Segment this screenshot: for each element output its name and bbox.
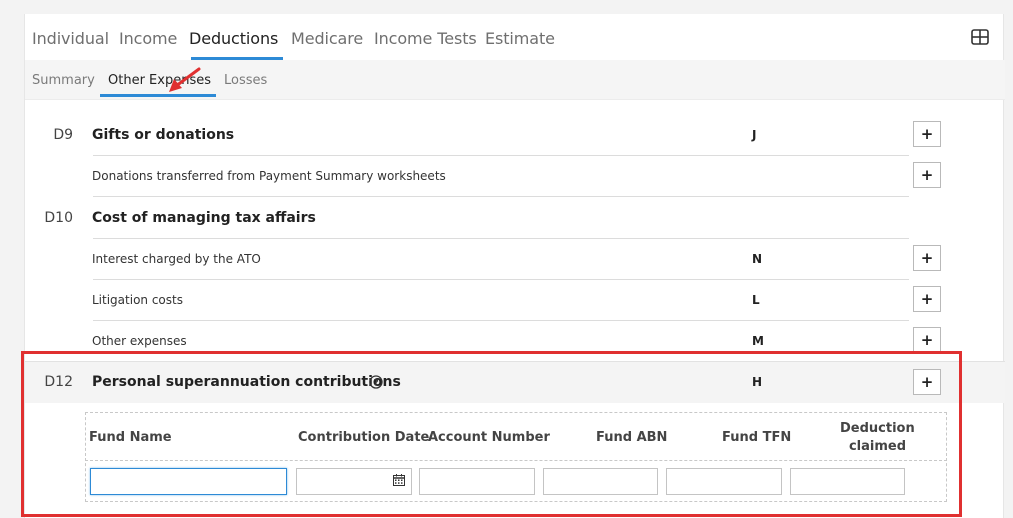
- tab-medicare[interactable]: Medicare: [291, 29, 363, 48]
- add-donations-transferred-button[interactable]: +: [913, 162, 941, 188]
- row-donations-transferred: Donations transferred from Payment Summa…: [92, 169, 446, 183]
- label-l: L: [752, 293, 760, 307]
- header-fund-tfn: Fund TFN: [722, 430, 792, 445]
- account-number-input[interactable]: [419, 468, 535, 495]
- divider: [93, 279, 909, 280]
- active-subtab-indicator: [100, 94, 216, 97]
- label-n: N: [752, 252, 763, 266]
- row-title-gifts: Gifts or donations: [92, 127, 235, 143]
- label-h: H: [752, 375, 763, 389]
- divider: [93, 196, 909, 197]
- tab-deductions[interactable]: Deductions: [189, 29, 278, 48]
- red-arrow-annotation: [169, 67, 201, 92]
- divider: [93, 155, 909, 156]
- subtab-losses[interactable]: Losses: [224, 73, 267, 88]
- add-gifts-button[interactable]: +: [913, 121, 941, 147]
- header-account-number: Account Number: [428, 430, 550, 445]
- add-litigation-button[interactable]: +: [913, 286, 941, 312]
- divider: [93, 238, 909, 239]
- row-code-d10: D10: [44, 210, 73, 226]
- row-code-d12: D12: [44, 374, 73, 390]
- label-m: M: [752, 334, 764, 348]
- calendar-icon[interactable]: [393, 474, 405, 486]
- header-deduction-claimed-line2: claimed: [848, 439, 906, 454]
- tab-income[interactable]: Income: [119, 29, 177, 48]
- row-title-cost-managing: Cost of managing tax affairs: [92, 210, 316, 226]
- fund-abn-input[interactable]: [543, 468, 658, 495]
- header-deduction-claimed-line1: Deduction: [840, 421, 915, 436]
- help-circle-icon[interactable]: ?: [369, 375, 383, 389]
- fund-name-input[interactable]: [90, 468, 287, 495]
- deductions-panel: Individual Income Deductions Medicare In…: [24, 14, 1005, 518]
- deduction-claimed-input[interactable]: [790, 468, 905, 495]
- row-litigation-costs: Litigation costs: [92, 293, 183, 307]
- header-fund-name: Fund Name: [89, 430, 172, 445]
- divider: [93, 320, 909, 321]
- add-super-contribution-button[interactable]: +: [913, 369, 941, 395]
- subtab-summary[interactable]: Summary: [32, 73, 95, 88]
- fund-tfn-input[interactable]: [666, 468, 782, 495]
- tab-individual[interactable]: Individual: [32, 29, 109, 48]
- main-tabs: Individual Income Deductions Medicare In…: [25, 14, 1005, 60]
- row-code-d9: D9: [53, 127, 73, 143]
- add-other-expenses-button[interactable]: +: [913, 327, 941, 353]
- label-j: J: [752, 128, 757, 142]
- row-interest-ato: Interest charged by the ATO: [92, 252, 261, 266]
- svg-text:?: ?: [373, 379, 378, 389]
- header-contribution-date: Contribution Date: [298, 430, 430, 445]
- grid-layout-icon[interactable]: [971, 29, 989, 45]
- tab-income-tests[interactable]: Income Tests: [374, 29, 477, 48]
- header-fund-abn: Fund ABN: [596, 430, 668, 445]
- row-title-super-contributions: Personal superannuation contributions: [92, 374, 401, 390]
- table-header-divider: [85, 460, 947, 461]
- row-other-expenses: Other expenses: [92, 334, 187, 348]
- add-interest-ato-button[interactable]: +: [913, 245, 941, 271]
- tab-estimate[interactable]: Estimate: [485, 29, 555, 48]
